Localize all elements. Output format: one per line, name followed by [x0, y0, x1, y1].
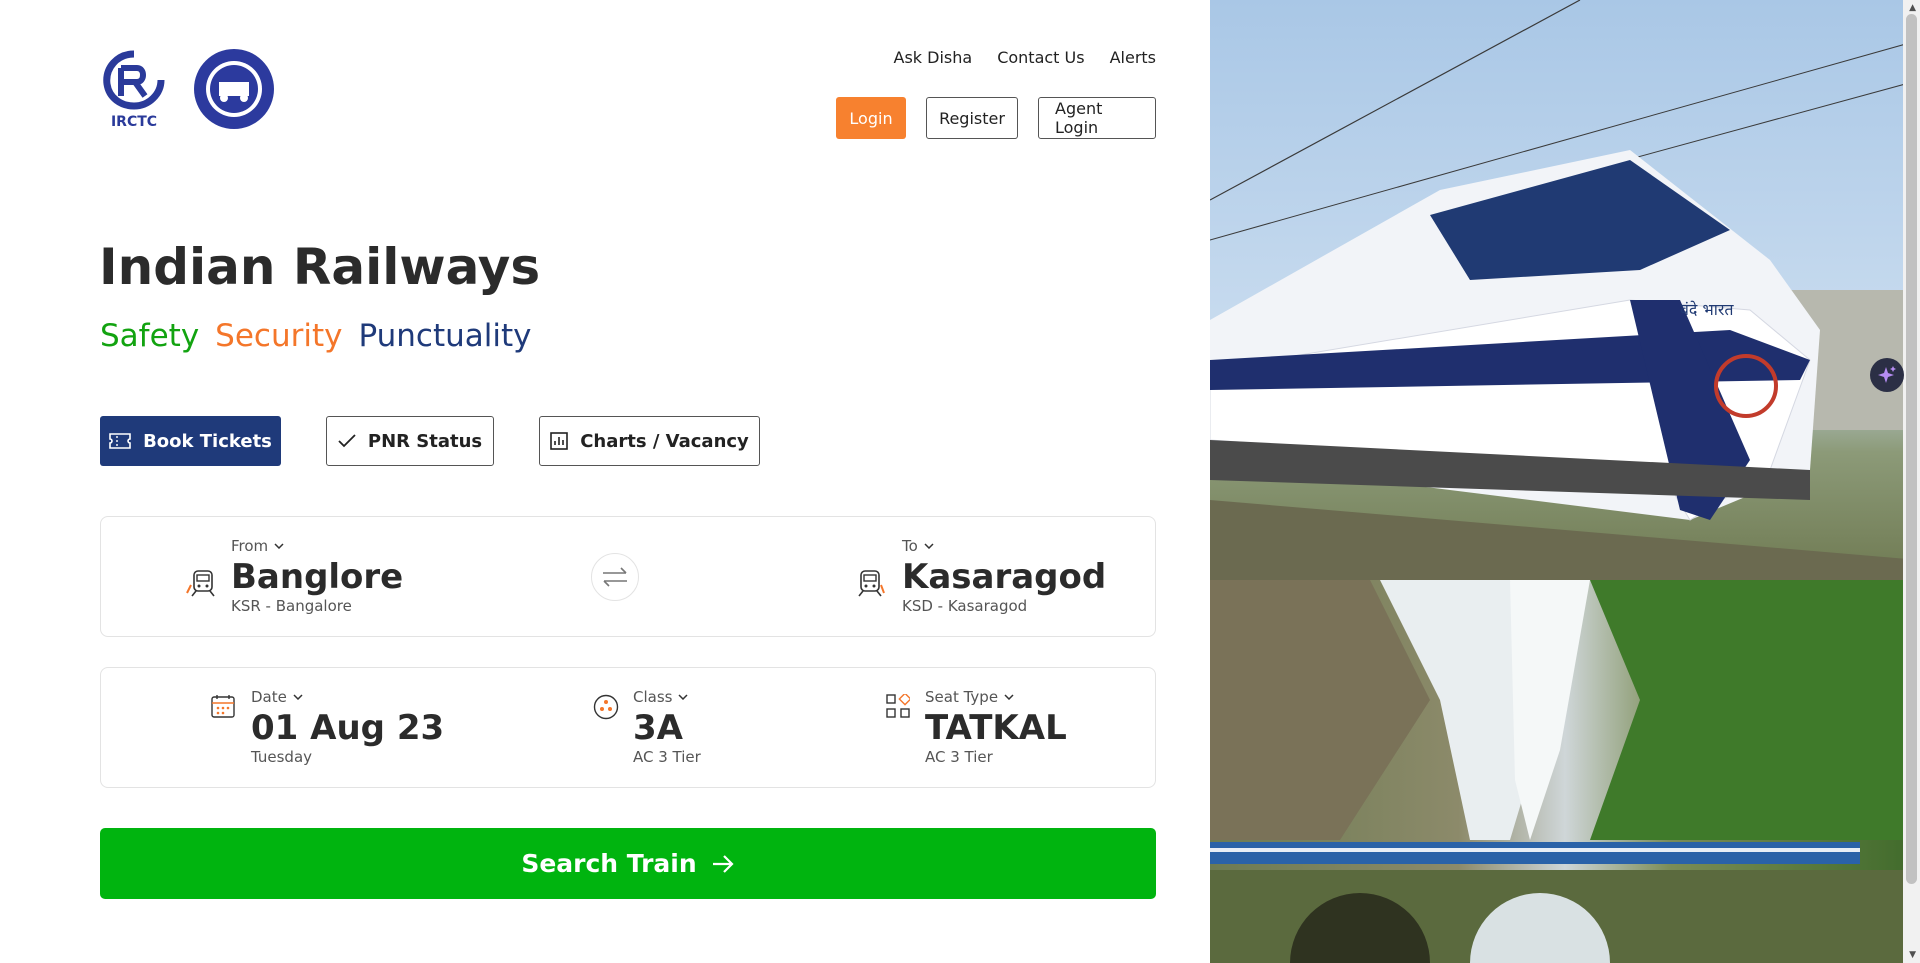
from-city: Banglore — [231, 557, 404, 597]
class-field[interactable]: Class 3A AC 3 Tier — [633, 688, 701, 766]
tab-book-tickets[interactable]: Book Tickets — [100, 416, 281, 466]
check-icon — [338, 434, 356, 448]
date-day: Tuesday — [251, 748, 313, 766]
ticket-icon — [109, 433, 131, 449]
scroll-up-arrow[interactable]: ▲ — [1909, 3, 1916, 13]
chevron-down-icon — [678, 694, 688, 700]
search-train-label: Search Train — [521, 849, 697, 878]
seat-grid-icon — [886, 694, 910, 718]
tab-charts-vacancy[interactable]: Charts / Vacancy — [539, 416, 760, 466]
tab-charts-label: Charts / Vacancy — [580, 430, 749, 452]
tagline: Safety Security Punctuality — [100, 318, 532, 354]
logos: IRCTC — [99, 48, 275, 130]
class-sub: AC 3 Tier — [633, 748, 701, 766]
tagline-security: Security — [215, 318, 343, 354]
train-icon — [858, 570, 885, 597]
vande-bharat-text: वंदे भारत — [1680, 300, 1734, 319]
from-label: From — [231, 537, 269, 555]
seat-type-value: TATKAL — [925, 708, 1067, 748]
scroll-down-arrow[interactable]: ▼ — [1909, 950, 1916, 960]
contact-us-link[interactable]: Contact Us — [997, 48, 1084, 67]
waterfall-train-photo — [1210, 580, 1920, 963]
to-field[interactable]: To Kasaragod KSD - Kasaragod — [902, 537, 1106, 615]
tab-pnr-status[interactable]: PNR Status — [326, 416, 494, 466]
indian-railways-logo[interactable] — [193, 48, 275, 130]
auth-buttons: Login Register Agent Login — [836, 97, 1156, 139]
chevron-down-icon — [293, 694, 303, 700]
calendar-icon — [211, 695, 235, 718]
options-card: Date 01 Aug 23 Tuesday Class 3A AC 3 Tie… — [100, 667, 1156, 788]
top-nav: Ask Disha Contact Us Alerts — [894, 48, 1157, 67]
tab-book-label: Book Tickets — [143, 430, 272, 452]
chevron-down-icon — [924, 543, 934, 549]
agent-login-button[interactable]: Agent Login — [1038, 97, 1156, 139]
irctc-logo[interactable]: IRCTC — [99, 48, 169, 130]
scrollbar[interactable]: ▲ ▼ — [1903, 0, 1920, 963]
seat-type-label: Seat Type — [925, 688, 999, 706]
login-button[interactable]: Login — [836, 97, 906, 139]
class-label: Class — [633, 688, 673, 706]
hero-photos: वंदे भारत ▲ ▼ — [1210, 0, 1920, 963]
arrow-right-icon — [712, 854, 734, 873]
booking-panel: IRCTC Ask Disha Contact Us Alerts Login … — [0, 0, 1210, 963]
vande-bharat-train-photo: वंदे भारत — [1210, 0, 1920, 580]
tab-pnr-label: PNR Status — [367, 430, 483, 452]
from-code: KSR - Bangalore — [231, 597, 352, 615]
class-icon — [593, 694, 619, 720]
chevron-down-icon — [1004, 694, 1014, 700]
alerts-link[interactable]: Alerts — [1110, 48, 1156, 67]
swap-button[interactable] — [591, 553, 639, 601]
tagline-punctuality: Punctuality — [358, 318, 532, 354]
scroll-thumb[interactable] — [1906, 14, 1917, 884]
search-train-button[interactable]: Search Train — [100, 828, 1156, 899]
train-icon — [186, 570, 215, 597]
date-field[interactable]: Date 01 Aug 23 Tuesday — [251, 688, 444, 766]
ask-disha-link[interactable]: Ask Disha — [894, 48, 973, 67]
seat-type-sub: AC 3 Tier — [925, 748, 993, 766]
from-field[interactable]: From Banglore KSR - Bangalore — [231, 537, 403, 615]
chart-icon — [550, 432, 568, 450]
assistant-sparkle-button[interactable] — [1870, 358, 1904, 392]
register-button[interactable]: Register — [926, 97, 1018, 139]
chevron-down-icon — [274, 543, 284, 549]
class-value: 3A — [633, 708, 683, 748]
to-code: KSD - Kasaragod — [902, 597, 1028, 615]
journey-card: From Banglore KSR - Bangalore To Kasarag… — [100, 516, 1156, 637]
date-value: 01 Aug 23 — [251, 708, 445, 748]
page-title: Indian Railways — [99, 238, 541, 296]
seat-type-field[interactable]: Seat Type TATKAL AC 3 Tier — [925, 688, 1067, 766]
irctc-logo-text: IRCTC — [111, 114, 157, 130]
swap-icon — [603, 567, 627, 587]
to-label: To — [902, 537, 918, 555]
to-city: Kasaragod — [902, 557, 1107, 597]
sparkle-icon — [1878, 366, 1896, 383]
tagline-safety: Safety — [100, 318, 200, 354]
date-label: Date — [251, 688, 287, 706]
